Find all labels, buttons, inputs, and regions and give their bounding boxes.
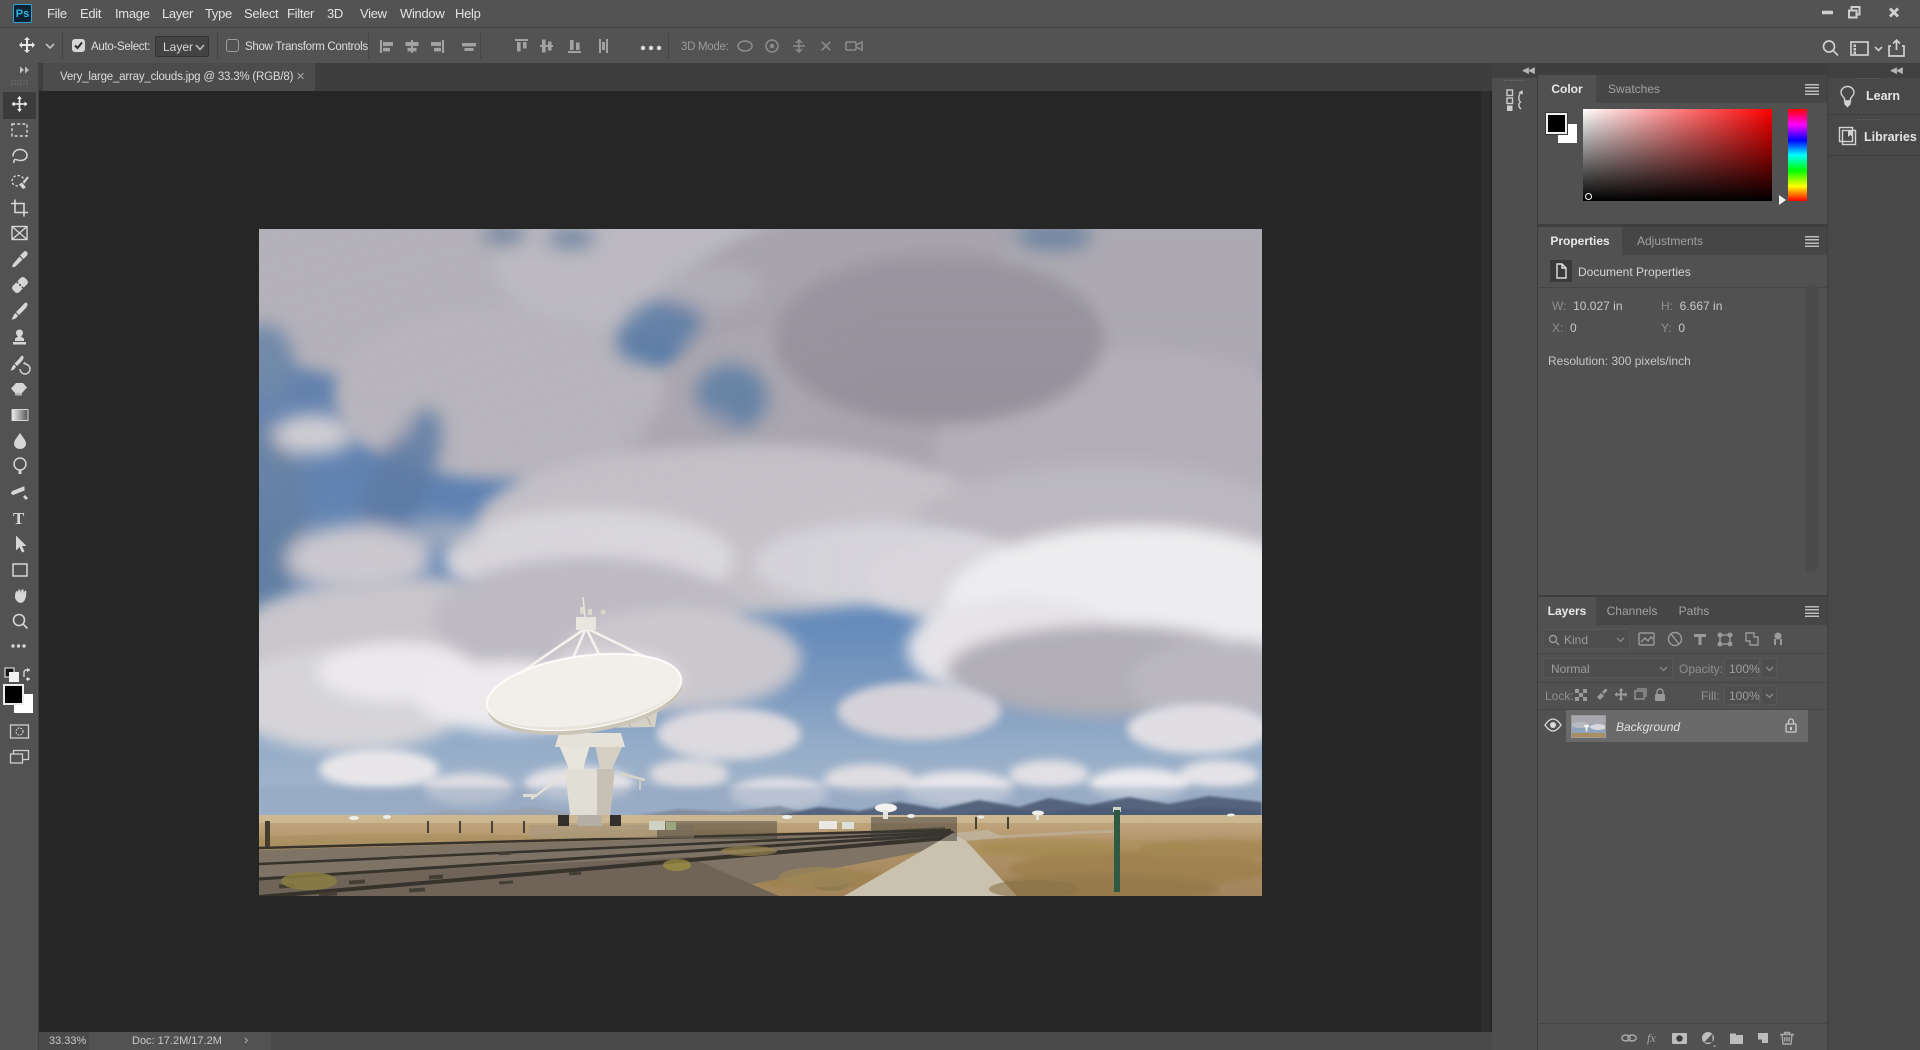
svg-text:fx: fx: [1647, 1031, 1656, 1045]
svg-text:T: T: [13, 509, 25, 528]
